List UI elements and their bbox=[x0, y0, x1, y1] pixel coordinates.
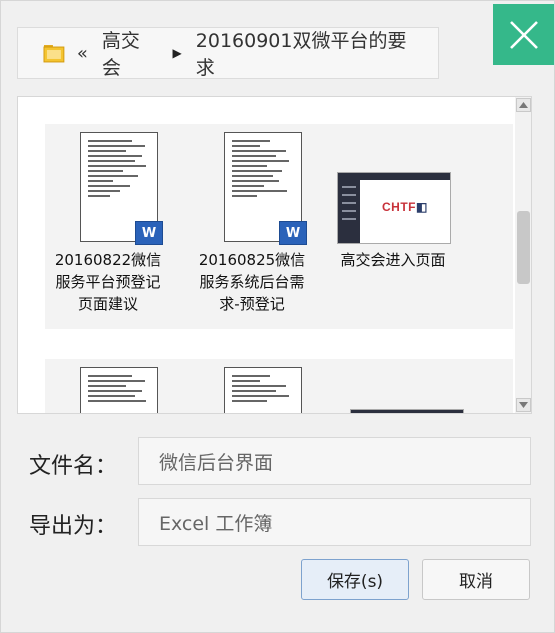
triangle-up-icon bbox=[519, 102, 528, 108]
breadcrumb-parent[interactable]: 高交会 bbox=[102, 26, 159, 80]
breadcrumb-back-icon[interactable]: « bbox=[77, 43, 88, 64]
file-name-line: 20160822微信 bbox=[54, 251, 162, 269]
scroll-up-button[interactable] bbox=[516, 98, 531, 112]
export-format-select[interactable]: Excel 工作簿 bbox=[138, 498, 531, 546]
document-thumbnail[interactable] bbox=[224, 367, 302, 413]
presentation-thumbnail[interactable] bbox=[350, 409, 464, 413]
word-doc-icon: W bbox=[279, 221, 307, 245]
cancel-button[interactable]: 取消 bbox=[422, 559, 530, 600]
document-thumbnail: W bbox=[224, 132, 307, 245]
scroll-down-button[interactable] bbox=[516, 398, 531, 412]
document-thumbnail[interactable] bbox=[80, 367, 158, 413]
export-as-label: 导出为： bbox=[29, 514, 118, 539]
file-name-line: 高交会进入页面 bbox=[340, 251, 446, 269]
scroll-thumb[interactable] bbox=[517, 211, 530, 284]
triangle-down-icon bbox=[519, 402, 528, 408]
vertical-scrollbar[interactable] bbox=[515, 97, 531, 413]
chtf-logo: CHTF◧ bbox=[382, 200, 428, 214]
file-name-line: 求-预登记 bbox=[219, 295, 285, 313]
filename-input[interactable]: 微信后台界面 bbox=[138, 437, 531, 485]
file-row: W 20160822微信 服务平台预登记 页面建议 W 20160825微信 服… bbox=[45, 124, 513, 329]
file-row bbox=[45, 359, 513, 413]
file-name-line: 页面建议 bbox=[77, 295, 138, 313]
folder-icon bbox=[43, 45, 65, 63]
document-thumbnail: W bbox=[80, 132, 163, 245]
save-dialog: « 高交会 ▶ 20160901双微平台的要求 W 20160822微信 服务平… bbox=[0, 0, 555, 633]
breadcrumb: « 高交会 ▶ 20160901双微平台的要求 bbox=[17, 27, 439, 79]
presentation-thumbnail: CHTF◧ bbox=[337, 172, 451, 244]
filename-label: 文件名： bbox=[29, 454, 118, 479]
chevron-right-icon[interactable]: ▶ bbox=[173, 46, 182, 60]
breadcrumb-current[interactable]: 20160901双微平台的要求 bbox=[196, 26, 424, 80]
close-button[interactable] bbox=[493, 4, 554, 65]
file-name-line: 服务系统后台需 bbox=[199, 273, 305, 291]
file-name-line: 20160825微信 bbox=[198, 251, 306, 269]
close-icon bbox=[509, 20, 538, 49]
file-list: W 20160822微信 服务平台预登记 页面建议 W 20160825微信 服… bbox=[17, 96, 532, 414]
file-name-line: 服务平台预登记 bbox=[55, 273, 161, 291]
word-doc-icon: W bbox=[135, 221, 163, 245]
chtf-logo-text: CHTF bbox=[382, 200, 416, 214]
save-button[interactable]: 保存(s) bbox=[301, 559, 409, 600]
chtf-logo-mark: ◧ bbox=[416, 200, 428, 214]
